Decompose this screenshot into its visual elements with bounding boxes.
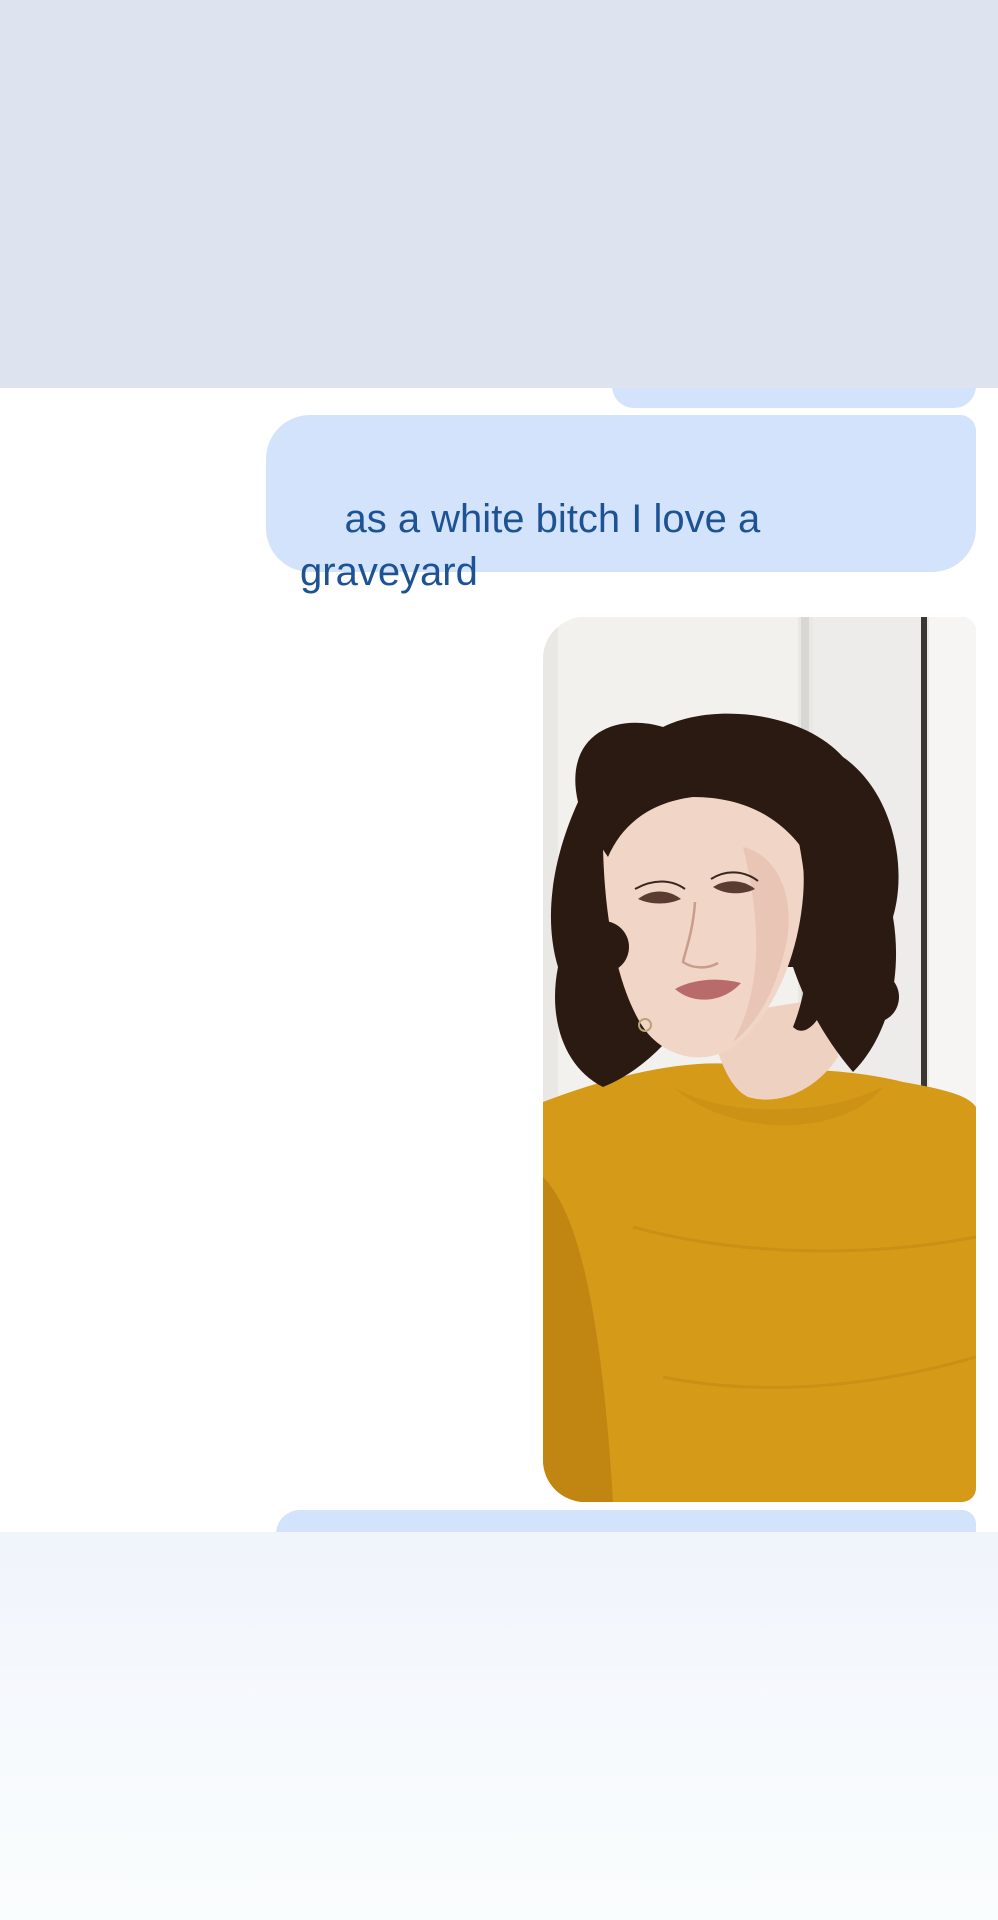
- bottom-overlay-panel: [0, 1532, 998, 1920]
- sent-message-bubble[interactable]: as a white bitch I love a graveyard: [266, 415, 976, 594]
- selfie-photo-icon: [543, 617, 976, 1502]
- message-thread-screen: as a white bitch I love a graveyard: [0, 0, 998, 1920]
- top-overlay-panel: [0, 0, 998, 388]
- message-text: as a white bitch I love a graveyard: [300, 497, 761, 594]
- photo-message[interactable]: [543, 617, 976, 1502]
